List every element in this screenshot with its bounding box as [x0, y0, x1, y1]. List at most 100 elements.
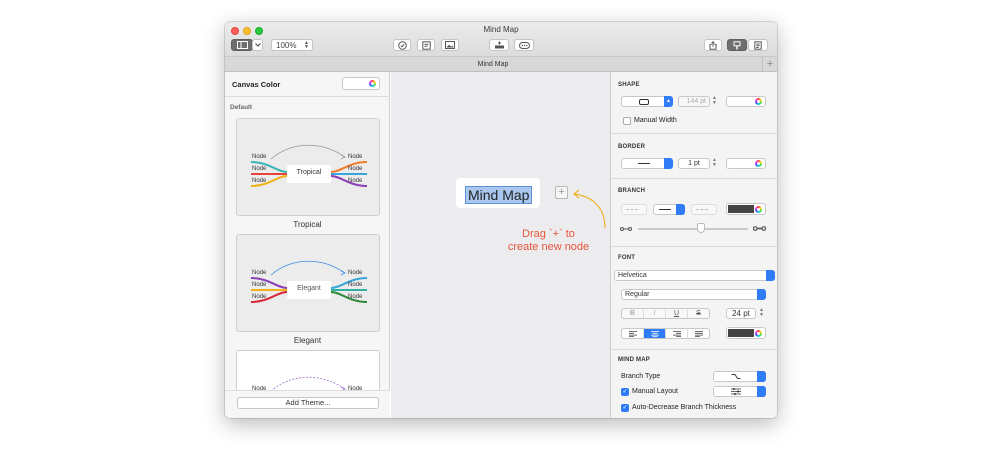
dashed-line-icon [696, 209, 708, 210]
border-color-well[interactable] [726, 158, 766, 169]
stepper-icon[interactable]: ▲ ▼ [759, 308, 764, 318]
outline-inspector-button[interactable] [748, 39, 768, 51]
solid-line-icon [638, 163, 650, 164]
sidebar-toggle-button[interactable] [231, 39, 253, 51]
task-button[interactable] [393, 39, 411, 51]
insert-child-button[interactable] [489, 39, 509, 51]
branch-thickness-slider[interactable] [638, 228, 748, 230]
divider [611, 349, 777, 350]
font-family-select[interactable]: Helvetica [614, 270, 775, 281]
checkmark-circle-icon [397, 40, 407, 50]
share-icon [709, 40, 717, 50]
divider [611, 246, 777, 247]
border-width-field[interactable]: 1 pt [678, 158, 710, 169]
theme-card-tropical[interactable]: Tropical Node Node Node Node Node Node [236, 118, 380, 216]
image-button[interactable] [441, 39, 459, 51]
popup-arrows-icon [757, 289, 766, 300]
strikethrough-button[interactable]: S [688, 309, 709, 318]
color-wheel-icon [755, 329, 762, 337]
node-label: Node [252, 178, 267, 184]
hint-text: Drag `+` to create new node [499, 228, 598, 254]
font-size-field[interactable]: 24 pt [726, 308, 756, 319]
manual-width-checkbox[interactable] [623, 117, 631, 125]
add-theme-button[interactable]: Add Theme... [237, 397, 379, 409]
branch-line-style-select[interactable] [621, 204, 647, 215]
font-family-value: Helvetica [618, 272, 647, 279]
note-icon [421, 40, 431, 50]
align-center-icon [651, 331, 659, 337]
theme-center-label: Tropical [296, 169, 322, 176]
font-style-select[interactable]: Regular [621, 289, 766, 300]
auto-decrease-checkbox[interactable]: ✓ [621, 404, 629, 412]
node-label: Node [252, 282, 267, 288]
layout-options-select[interactable] [713, 386, 766, 397]
add-theme-label: Add Theme... [285, 398, 331, 407]
shape-select[interactable]: ▲ [621, 96, 673, 107]
branch-type-label: Branch Type [621, 373, 661, 380]
border-style-select[interactable] [621, 158, 673, 169]
dashed-line-icon [626, 209, 638, 210]
stepper-icon[interactable]: ▲ ▼ [712, 158, 717, 168]
text-style-segment: B I U S [621, 308, 710, 319]
branch-header: BRANCH [618, 188, 646, 194]
manual-layout-checkbox[interactable]: ✓ [621, 388, 629, 396]
underline-button[interactable]: U [666, 309, 688, 318]
font-style-value: Regular [625, 291, 650, 298]
color-wheel-icon [369, 80, 376, 87]
shape-header: SHAPE [618, 82, 640, 88]
divider [611, 178, 777, 179]
thick-line-icon [753, 226, 766, 231]
zoom-select[interactable]: 100% ▲ ▼ [271, 39, 313, 51]
branch-type-select[interactable] [713, 371, 766, 382]
theme-card-elegant[interactable]: Elegant Node Node Node Node Node Node [236, 234, 380, 332]
curved-branch-icon [731, 374, 741, 379]
canvas-color-label: Canvas Color [232, 80, 281, 89]
divider [225, 96, 390, 97]
font-color-well[interactable] [726, 327, 766, 339]
sliders-icon [731, 388, 741, 395]
slider-knob[interactable] [697, 223, 705, 233]
stepper-icon[interactable]: ▲ ▼ [712, 96, 717, 106]
shape-width-value: 144 pt [686, 98, 706, 105]
italic-button[interactable]: I [644, 309, 666, 318]
mind-map-canvas[interactable]: Mind Map + Drag `+` to create new node [391, 72, 610, 418]
node-label: Node [348, 294, 363, 300]
text-alignment-segment [621, 328, 710, 339]
node-label: Node [252, 270, 267, 276]
border-header: BORDER [618, 144, 646, 150]
new-tab-button[interactable]: + [762, 57, 777, 72]
chevron-down-icon [254, 43, 261, 47]
align-left-icon [629, 331, 637, 337]
node-label: Node [348, 154, 363, 160]
align-center-button[interactable] [644, 329, 666, 338]
font-header: FONT [618, 255, 636, 261]
mind-map-header: MIND MAP [618, 357, 650, 363]
bold-button[interactable]: B [622, 309, 644, 318]
theme-name-tropical: Tropical [293, 220, 322, 229]
share-button[interactable] [704, 39, 722, 51]
note-button[interactable] [417, 39, 435, 51]
more-button[interactable] [514, 39, 534, 51]
branch-style-select[interactable] [653, 204, 685, 215]
popup-arrows-icon [664, 158, 673, 169]
shape-fill-color-well[interactable] [726, 96, 766, 107]
popup-arrows-icon [766, 270, 775, 281]
format-inspector-button[interactable] [727, 39, 747, 51]
tab-mind-map[interactable]: Mind Map [225, 57, 761, 72]
font-size-value: 24 pt [732, 309, 750, 318]
border-width-value: 1 pt [688, 160, 700, 167]
document-icon [754, 40, 762, 50]
hint-line-1: Drag `+` to [522, 228, 575, 240]
canvas-color-well[interactable] [342, 77, 380, 90]
align-justify-button[interactable] [688, 329, 709, 338]
branch-color-well[interactable] [726, 203, 766, 215]
manual-width-label: Manual Width [634, 117, 677, 124]
align-justify-icon [695, 331, 703, 337]
sidebar-menu-button[interactable] [252, 39, 263, 51]
align-right-icon [673, 331, 681, 337]
image-icon [445, 41, 455, 49]
align-right-button[interactable] [666, 329, 688, 338]
shape-width-field[interactable]: 144 pt [678, 96, 710, 107]
branch-end-style-select[interactable] [691, 204, 717, 215]
align-left-button[interactable] [622, 329, 644, 338]
